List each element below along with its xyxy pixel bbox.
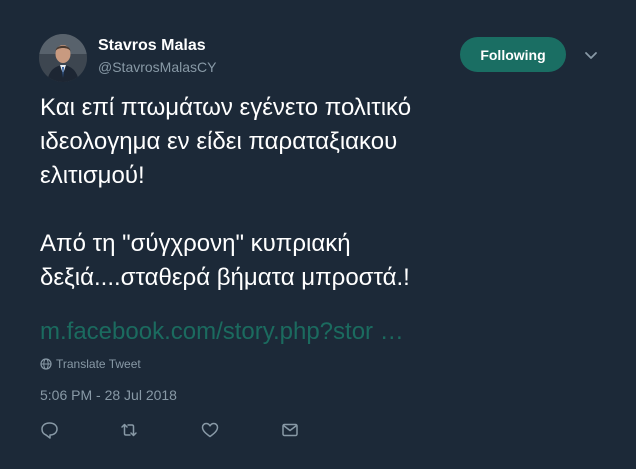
translate-tweet[interactable]: Translate Tweet (40, 357, 141, 371)
tweet-text-line: δεξιά....σταθερά βήματα μπροστά.! (40, 264, 410, 291)
chevron-down-icon[interactable] (580, 44, 602, 66)
tweet-text-line: ιδεολογημα εν είδει παραταξιακου (40, 128, 398, 155)
tweet-text-line: Από τη "σύγχρονη" κυπριακή (40, 230, 351, 257)
tweet-text-line: Και επί πτωμάτων εγένετο πολιτικό (40, 94, 412, 121)
facebook-link[interactable]: m.facebook.com/story.php?stor … (40, 318, 404, 346)
reply-icon[interactable] (40, 420, 60, 440)
globe-icon (40, 358, 52, 370)
user-handle[interactable]: @StavrosMalasCY (98, 59, 216, 75)
direct-message-icon[interactable] (280, 420, 300, 440)
profile-photo-icon (39, 34, 87, 82)
retweet-icon[interactable] (119, 420, 139, 440)
tweet-text: Και επί πτωμάτων εγένετο πολιτικό ιδεολο… (40, 91, 600, 295)
tweet-card: Stavros Malas @StavrosMalasCY Following … (0, 0, 636, 469)
tweet-text-line: ελιτισμού! (40, 162, 145, 189)
following-button[interactable]: Following (460, 37, 566, 72)
translate-tweet-label: Translate Tweet (56, 357, 141, 371)
tweet-timestamp[interactable]: 5:06 PM - 28 Jul 2018 (40, 387, 177, 403)
like-icon[interactable] (200, 420, 220, 440)
avatar[interactable] (39, 34, 87, 82)
display-name[interactable]: Stavros Malas (98, 37, 206, 55)
